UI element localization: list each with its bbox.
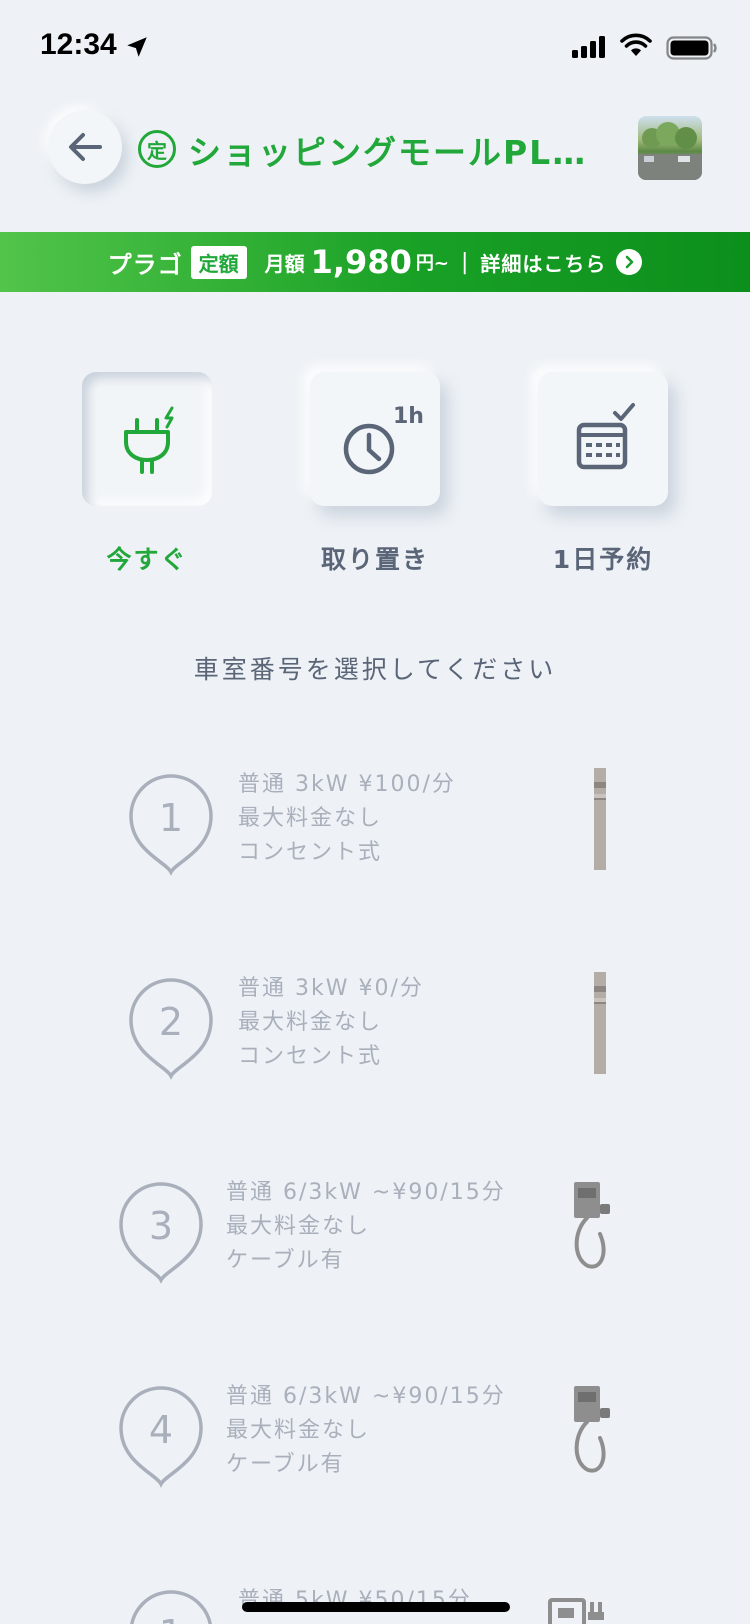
spot-rate: 普通 3kW ¥0/分 [238, 976, 424, 1001]
wall-charger-icon [574, 1386, 610, 1473]
banner-separator: | [460, 249, 469, 275]
banner-detail-link[interactable]: 詳細はこちら [480, 248, 606, 277]
calendar-check-icon [576, 403, 635, 470]
spot-row[interactable]: 3 普通 6/3kW ~¥90/15分 最大料金なし ケーブル有 [0, 1168, 750, 1308]
station-photo-image [638, 122, 702, 180]
banner-tag: 定額 [190, 245, 247, 279]
wall-charger-icon [574, 1182, 610, 1269]
wifi-icon [620, 33, 652, 56]
spot-number: 2 [159, 1000, 183, 1044]
spot-max-fee: 最大料金なし [226, 1418, 371, 1443]
station-title: ショッピングモールPL… [188, 133, 588, 172]
spot-rate: 普通 3kW ¥100/分 [238, 772, 456, 797]
pole-outlet-icon [594, 768, 606, 870]
spot-rate: 普通 5kW ¥50/15分 [238, 1588, 472, 1613]
spot-connector: コンセント式 [238, 1044, 383, 1069]
station-photo-thumbnail[interactable] [638, 116, 702, 180]
status-bar: 12:34 [0, 0, 750, 96]
spot-number-pin: 3 [119, 1182, 203, 1284]
flat-rate-badge: 定 [138, 130, 176, 168]
plug-icon [124, 406, 174, 474]
spot-row[interactable]: 2 普通 3kW ¥0/分 最大料金なし コンセント式 [0, 964, 750, 1104]
spot-row[interactable]: 1 普通 3kW ¥100/分 最大料金なし コンセント式 [0, 760, 750, 900]
select-spot-prompt: 車室番号を選択してください [193, 655, 557, 684]
spot-number-pin: 4 [119, 1386, 203, 1488]
mode-now-label: 今すぐ [106, 545, 188, 574]
spot-number: 1 [159, 796, 183, 840]
clock-badge: 1h [393, 404, 424, 429]
spot-number-pin: 1 [129, 774, 213, 876]
clock-1h-icon: 1h [343, 404, 424, 475]
chevron-right-icon [616, 249, 643, 275]
spot-number-pin: 2 [129, 978, 213, 1080]
charger-unit-icon [548, 1598, 604, 1624]
mode-now-button[interactable] [82, 372, 212, 506]
banner-price-unit: 円~ [415, 253, 449, 274]
banner-brand: プラゴ [107, 250, 183, 279]
spot-rate: 普通 6/3kW ~¥90/15分 [226, 1384, 506, 1409]
mode-hold-label: 取り置き [320, 545, 429, 574]
spot-connector: コンセント式 [238, 840, 383, 865]
status-time: 12:34 [40, 28, 117, 61]
spot-number-pin: 1 [130, 1590, 212, 1624]
spot-max-fee: 最大料金なし [226, 1214, 371, 1239]
pole-outlet-icon [594, 972, 606, 1074]
arrow-left-icon [69, 133, 102, 161]
banner-price: 1,980 [310, 243, 412, 281]
mode-day-reserve-button[interactable] [538, 372, 668, 506]
signal-icon [572, 36, 605, 58]
spot-connector: ケーブル有 [226, 1248, 345, 1273]
mode-hold-button[interactable]: 1h [310, 372, 440, 506]
location-arrow-icon [127, 37, 147, 57]
flat-rate-promo-banner[interactable]: プラゴ 定額 月額 1,980 円~ | 詳細はこちら [0, 232, 750, 292]
mode-day-reserve-label: 1日予約 [552, 545, 654, 574]
spot-rate: 普通 6/3kW ~¥90/15分 [226, 1180, 506, 1205]
spot-number: 3 [149, 1204, 173, 1248]
spot-row[interactable]: 1 普通 5kW ¥50/15分 [0, 1576, 750, 1624]
spot-max-fee: 最大料金なし [238, 806, 383, 831]
spot-number: 4 [149, 1408, 173, 1452]
spot-number: 1 [159, 1612, 183, 1624]
spot-max-fee: 最大料金なし [238, 1010, 383, 1035]
spot-row[interactable]: 4 普通 6/3kW ~¥90/15分 最大料金なし ケーブル有 [0, 1372, 750, 1512]
back-button[interactable] [48, 110, 122, 184]
banner-monthly-label: 月額 [264, 251, 305, 276]
spot-connector: ケーブル有 [226, 1452, 345, 1477]
home-indicator[interactable] [242, 1602, 510, 1612]
battery-icon [666, 36, 717, 60]
